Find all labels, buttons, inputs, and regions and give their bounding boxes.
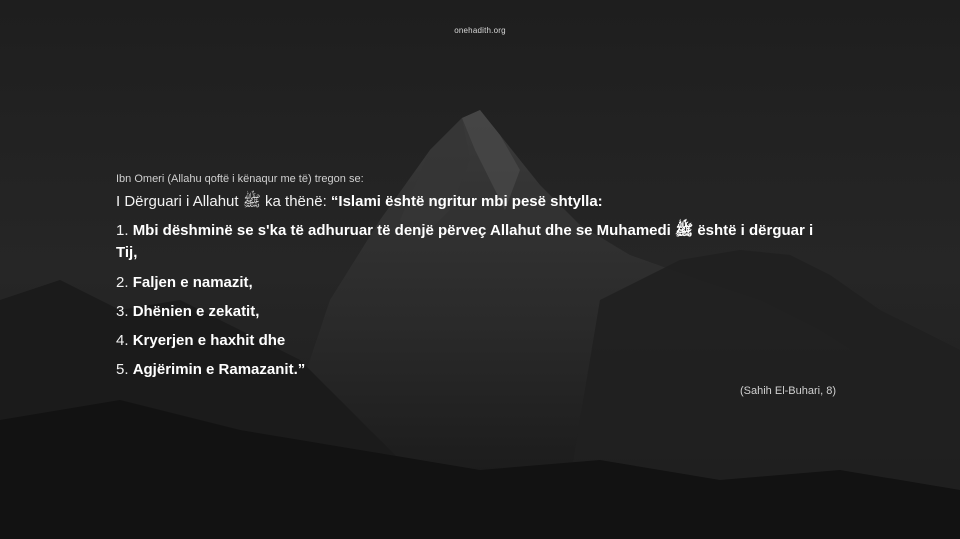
item-text: Agjërimin e Ramazanit.” xyxy=(132,361,306,378)
item-text: Faljen e namazit, xyxy=(132,274,253,291)
list-item: 3. Dhënien e zekatit, xyxy=(116,302,838,322)
item-text: Kryerjen e haxhit dhe xyxy=(132,332,286,349)
intro-quote: “Islami është ngritur mbi pesë shtylla: xyxy=(330,193,603,210)
item-text: Dhënien e zekatit, xyxy=(132,303,260,320)
item-number: 3. xyxy=(116,303,133,320)
list-item: 2. Faljen e namazit, xyxy=(116,273,838,293)
hadith-slide: onehadith.org Ibn Omeri (Allahu qoftë i … xyxy=(0,0,960,539)
hadith-source: (Sahih El-Buhari, 8) xyxy=(740,385,836,397)
item-text: Mbi dëshminë se s'ka të adhuruar të denj… xyxy=(116,222,814,261)
list-item: 1. Mbi dëshminë se s'ka të adhuruar të d… xyxy=(116,220,838,264)
list-item: 5. Agjërimin e Ramazanit.” xyxy=(116,360,838,380)
item-number: 1. xyxy=(116,222,133,239)
hadith-content: Ibn Omeri (Allahu qoftë i kënaqur me të)… xyxy=(116,172,838,389)
item-number: 4. xyxy=(116,332,133,349)
site-url: onehadith.org xyxy=(454,26,506,35)
intro-lead: I Dërguari i Allahut ﷺ ka thënë: xyxy=(116,193,331,210)
hadith-intro: I Dërguari i Allahut ﷺ ka thënë: “Islami… xyxy=(116,192,838,212)
narrator-line: Ibn Omeri (Allahu qoftë i kënaqur me të)… xyxy=(116,173,364,185)
item-number: 2. xyxy=(116,274,133,291)
list-item: 4. Kryerjen e haxhit dhe xyxy=(116,331,838,351)
item-number: 5. xyxy=(116,361,133,378)
